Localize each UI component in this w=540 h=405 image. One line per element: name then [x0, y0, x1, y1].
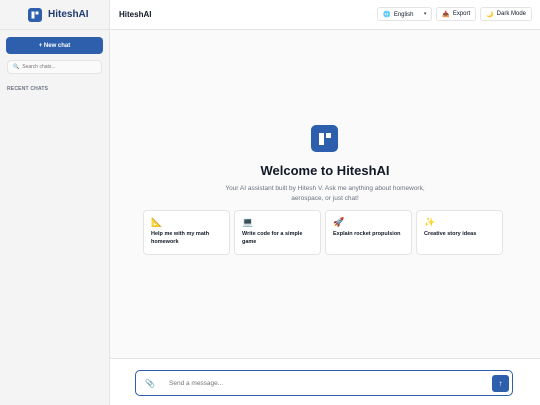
main-panel: HiteshAI 🌐 English ▾ 📥 Export 🌙 Dark Mode…: [110, 0, 540, 405]
chevron-down-icon: ▾: [423, 11, 427, 17]
export-icon: 📥: [442, 11, 450, 18]
dark-mode-button[interactable]: 🌙 Dark Mode: [480, 7, 532, 21]
ruler-icon: 📐: [151, 217, 163, 227]
suggestion-text: Explain rocket propulsion: [333, 231, 401, 237]
moon-icon: 🌙: [486, 11, 494, 18]
suggestion-card[interactable]: 📐 Help me with my math homework: [143, 210, 230, 255]
laptop-icon: 💻: [242, 217, 254, 227]
new-chat-button[interactable]: + New chat: [6, 37, 103, 54]
suggestion-card[interactable]: 💻 Write code for a simple game: [234, 210, 321, 255]
recent-chats-label: RECENT CHATS: [7, 86, 49, 92]
send-button[interactable]: ↑: [492, 375, 509, 392]
welcome-subtitle: Your AI assistant built by Hitesh V. Ask…: [225, 185, 425, 202]
search-icon: 🔍: [13, 64, 20, 70]
export-button[interactable]: 📥 Export: [436, 7, 477, 21]
sidebar: HiteshAI + New chat 🔍 RECENT CHATS: [0, 0, 110, 405]
suggestion-card[interactable]: 🚀 Explain rocket propulsion: [325, 210, 412, 255]
composer-area: 📎 ↑: [110, 358, 540, 405]
suggestion-text: Write code for a simple game: [242, 231, 303, 245]
export-label: Export: [452, 11, 471, 17]
suggestion-text: Creative story ideas: [424, 231, 477, 237]
suggestion-card[interactable]: ✨ Creative story ideas: [416, 210, 503, 255]
suggestion-text: Help me with my math homework: [151, 231, 210, 245]
brand-name: HiteshAI: [48, 9, 89, 20]
welcome-logo-icon: [311, 125, 338, 152]
page-title: HiteshAI: [119, 10, 152, 19]
language-select[interactable]: 🌐 English ▾: [377, 7, 433, 21]
arrow-up-icon: ↑: [498, 379, 503, 388]
suggestion-cards: 📐 Help me with my math homework 💻 Write …: [143, 210, 503, 255]
message-composer: 📎 ↑: [135, 370, 513, 396]
search-box[interactable]: 🔍: [7, 60, 102, 74]
globe-icon: 🌐: [383, 11, 391, 18]
paperclip-icon[interactable]: 📎: [145, 379, 155, 388]
dark-mode-label: Dark Mode: [496, 11, 526, 17]
message-input[interactable]: [169, 379, 479, 387]
search-input[interactable]: [22, 64, 101, 70]
rocket-icon: 🚀: [333, 217, 345, 227]
language-selected: English: [393, 11, 414, 18]
brand: HiteshAI: [0, 0, 109, 30]
app-root: HiteshAI + New chat 🔍 RECENT CHATS Hites…: [0, 0, 540, 405]
header-actions: 🌐 English ▾ 📥 Export 🌙 Dark Mode: [377, 7, 532, 21]
sparkles-icon: ✨: [424, 217, 436, 227]
welcome-title: Welcome to HiteshAI: [260, 163, 390, 178]
brand-logo-icon: [28, 7, 42, 22]
